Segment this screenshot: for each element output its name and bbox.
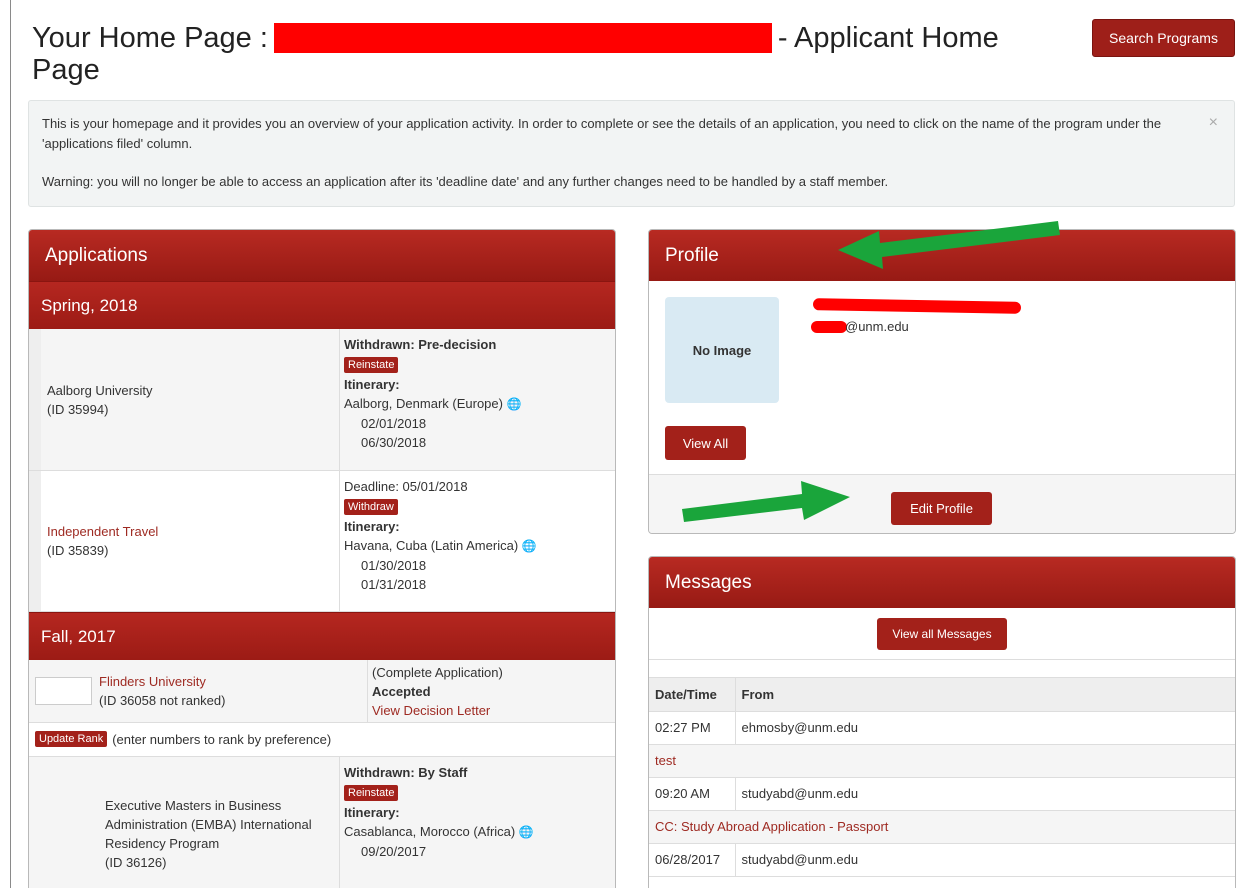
ranked-application-row: Flinders University (ID 36058 not ranked… [29, 660, 615, 723]
message-from: ehmosby@unm.edu [734, 711, 1235, 745]
applications-heading: Applications [29, 230, 615, 281]
program-id: (ID 36058 not ranked) [99, 693, 226, 708]
message-time: 09:20 AM [649, 777, 735, 811]
redacted-name [273, 23, 772, 53]
messages-table: Date/Time From 02:27 PM ehmosby@unm.edu … [649, 678, 1235, 877]
avatar-placeholder: No Image [665, 297, 779, 403]
program-link[interactable]: Independent Travel [47, 522, 339, 541]
message-from: studyabd@unm.edu [734, 777, 1235, 811]
message-time: 06/28/2017 [649, 843, 735, 877]
profile-heading: Profile [649, 230, 1235, 281]
application-row: Aalborg University (ID 35994) Withdrawn:… [29, 329, 615, 471]
status-cell: Withdrawn: Pre-decision Reinstate Itiner… [339, 329, 615, 470]
message-from: studyabd@unm.edu [734, 843, 1235, 877]
globe-icon[interactable]: 🌐 [507, 397, 522, 411]
messages-spacer [649, 660, 1235, 678]
page-title: Your Home Page :- Applicant Home Page [32, 22, 1062, 86]
program-name: Aalborg University [47, 382, 153, 398]
program-link[interactable]: Flinders University [99, 672, 367, 691]
column-header-datetime: Date/Time [649, 678, 735, 712]
program-id: (ID 35839) [47, 543, 109, 558]
view-decision-letter-link[interactable]: View Decision Letter [372, 701, 611, 720]
redacted-name-stroke [812, 298, 1022, 314]
program-cell: Executive Masters in Business Administra… [99, 757, 339, 888]
itinerary-label: Itinerary: [344, 519, 400, 534]
term-header-fall-2017: Fall, 2017 [29, 612, 615, 660]
messages-header-row: Date/Time From [649, 678, 1235, 712]
status-text: Withdrawn: By Staff [344, 765, 468, 780]
message-subject-row[interactable]: CC: Study Abroad Application - Passport [649, 810, 1235, 844]
messages-toolbar: View all Messages [649, 608, 1235, 660]
edit-profile-button[interactable]: Edit Profile [891, 492, 992, 525]
application-row: Executive Masters in Business Administra… [29, 757, 615, 888]
program-cell: Independent Travel (ID 35839) [41, 471, 339, 611]
info-alert: This is your homepage and it provides yo… [28, 100, 1235, 207]
globe-icon[interactable]: 🌐 [519, 825, 534, 839]
reinstate-button[interactable]: Reinstate [344, 785, 399, 801]
status-text: Accepted [372, 683, 431, 699]
application-note: (Complete Application) [372, 664, 503, 680]
itinerary-location: Casablanca, Morocco (Africa) [344, 824, 516, 839]
itinerary-label: Itinerary: [344, 377, 400, 392]
application-row: Independent Travel (ID 35839) Deadline: … [29, 471, 615, 612]
deadline-text: Deadline: 05/01/2018 [344, 479, 468, 494]
close-icon[interactable]: × [1209, 113, 1218, 133]
itinerary-end-date: 01/31/2018 [361, 577, 427, 592]
update-rank-note: (enter numbers to rank by preference) [112, 732, 332, 747]
message-subject[interactable]: CC: Study Abroad Application - Passport [649, 810, 1235, 844]
message-subject[interactable]: test [649, 744, 1235, 778]
withdraw-button[interactable]: Withdraw [344, 499, 398, 515]
search-programs-button[interactable]: Search Programs [1092, 19, 1235, 57]
alert-text-warning: Warning: you will no longer be able to a… [42, 174, 889, 189]
message-row[interactable]: 06/28/2017 studyabd@unm.edu [649, 843, 1235, 877]
message-time: 02:27 PM [649, 711, 735, 745]
itinerary-start-date: 01/30/2018 [361, 558, 427, 573]
itinerary-start-date: 02/01/2018 [361, 416, 427, 431]
reinstate-button[interactable]: Reinstate [344, 357, 399, 373]
applications-panel: Applications Spring, 2018 Aalborg Univer… [28, 229, 616, 888]
row-gutter [29, 329, 41, 470]
row-gutter [29, 757, 99, 888]
itinerary-location: Havana, Cuba (Latin America) [344, 538, 519, 553]
message-row[interactable]: 09:20 AM studyabd@unm.edu [649, 777, 1235, 811]
program-cell: Aalborg University (ID 35994) [41, 329, 339, 470]
messages-heading: Messages [649, 557, 1235, 608]
alert-text-overview: This is your homepage and it provides yo… [42, 116, 1162, 151]
program-id: (ID 36126) [105, 854, 167, 870]
update-rank-button[interactable]: Update Rank [35, 731, 108, 747]
program-id: (ID 35994) [47, 401, 109, 417]
itinerary-start-date: 09/20/2017 [361, 844, 427, 859]
page-left-border [10, 0, 11, 888]
view-all-button[interactable]: View All [665, 426, 746, 460]
row-gutter [29, 471, 41, 611]
itinerary-label: Itinerary: [344, 805, 400, 820]
rank-cell [29, 660, 99, 722]
title-prefix: Your Home Page : [32, 22, 268, 54]
profile-panel: Profile No Image @unm.edu View All Edit … [648, 229, 1236, 534]
message-row[interactable]: 02:27 PM ehmosby@unm.edu [649, 711, 1235, 745]
profile-email: @unm.edu [845, 319, 909, 334]
program-name: Executive Masters in Business Administra… [105, 797, 312, 851]
itinerary-location: Aalborg, Denmark (Europe) [344, 396, 503, 411]
rank-input[interactable] [35, 677, 92, 705]
messages-panel: Messages View all Messages Date/Time Fro… [648, 556, 1236, 888]
update-rank-row: Update Rank (enter numbers to rank by pr… [29, 723, 615, 757]
status-cell: Deadline: 05/01/2018 Withdraw Itinerary:… [339, 471, 615, 611]
redacted-email-stroke [811, 321, 847, 333]
profile-footer: Edit Profile [649, 474, 1235, 533]
itinerary-end-date: 06/30/2018 [361, 435, 427, 450]
status-cell: (Complete Application) Accepted View Dec… [367, 660, 615, 722]
globe-icon[interactable]: 🌐 [522, 539, 537, 553]
program-cell: Flinders University (ID 36058 not ranked… [99, 660, 367, 722]
column-header-from: From [734, 678, 1235, 712]
status-text: Withdrawn: Pre-decision [344, 337, 497, 352]
view-all-messages-button[interactable]: View all Messages [877, 617, 1007, 650]
message-subject-row[interactable]: test [649, 744, 1235, 778]
status-cell: Withdrawn: By Staff Reinstate Itinerary:… [339, 757, 615, 888]
term-header-spring-2018: Spring, 2018 [29, 281, 615, 329]
